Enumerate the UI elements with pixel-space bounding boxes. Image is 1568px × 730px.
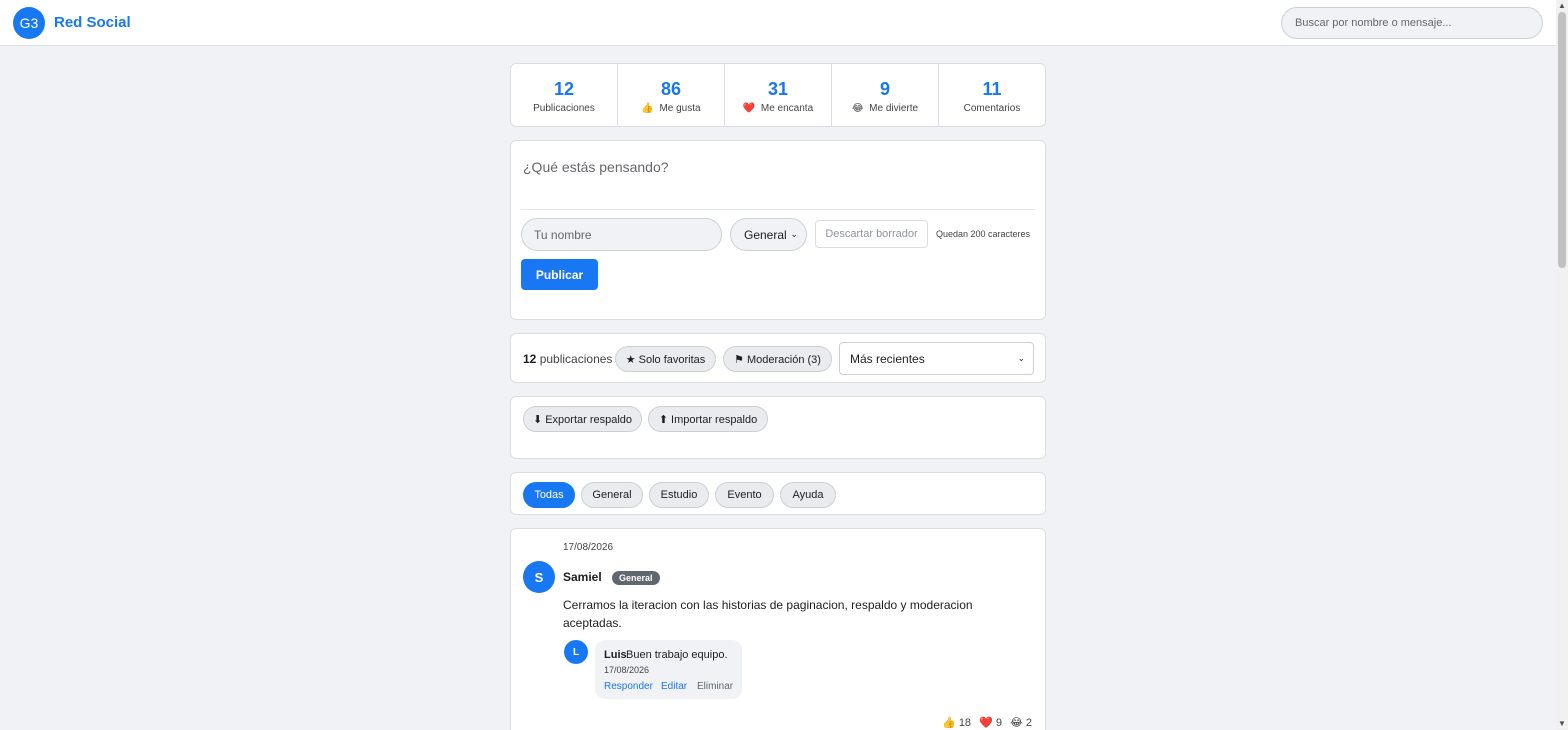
stat-value: 31 [767,79,789,99]
comment-avatar[interactable]: L [564,640,588,664]
stat-label: Publicaciones [533,103,595,114]
backup-panel: ⬇ Exportar respaldo ⬆ Importar respaldo [510,396,1046,459]
stat-laughs: 9 😂 Me divierte [832,64,939,126]
heart-icon: ❤️ [979,717,993,729]
stat-label: Comentarios [963,103,1021,114]
tab-general[interactable]: General [581,482,643,508]
filters-bar: 12 publicaciones ★ Solo favoritas ⚑ Mode… [510,333,1046,383]
love-reaction[interactable]: ❤️ 9 [979,716,1002,729]
stat-value: 86 [660,79,682,99]
thumbs-up-icon: 👍 [641,103,654,114]
publish-button[interactable]: Publicar [521,259,598,290]
avatar[interactable]: S [523,561,555,593]
stat-publications: 12 Publicaciones [511,64,618,126]
top-navbar: G3 Red Social [0,0,1556,46]
post-text: Cerramos la iteracion con las historias … [563,598,973,630]
tab-ayuda[interactable]: Ayuda [780,482,836,508]
category-select-value: General [744,227,787,242]
comment-text: Buen trabajo equipo. [626,649,728,661]
comment-author: Luis [604,649,627,661]
thumbs-up-icon: 👍 [942,717,956,729]
heart-icon: ❤️ [742,103,756,114]
scrollbar-thumb[interactable] [1558,12,1566,268]
post-card: 17/08/2026 S Samiel General Cerramos la … [510,528,1046,730]
post-textarea[interactable]: ¿Qué estás pensando? [523,159,669,175]
edit-button[interactable]: Editar [661,681,687,692]
import-backup-button[interactable]: ⬆ Importar respaldo [648,406,768,432]
chars-remaining: Quedan 200 caracteres [936,229,1031,239]
stat-label: ❤️ Me encanta [742,103,814,114]
chevron-down-icon: ⌄ [790,229,798,239]
post-date: 17/08/2026 [563,542,614,553]
export-backup-button[interactable]: ⬇ Exportar respaldo [523,406,642,432]
stat-value: 9 [879,79,890,99]
stat-value: 11 [982,79,1002,99]
logo[interactable]: G3 [13,7,45,39]
post-composer: ¿Qué estás pensando? General ⌄ Descartar… [510,140,1046,320]
page-scrollbar[interactable]: ▲ ▼ [1556,0,1568,730]
scroll-up-arrow-icon[interactable]: ▲ [1558,2,1566,10]
name-input[interactable] [521,218,722,251]
tab-evento[interactable]: Evento [715,482,774,508]
brand-name[interactable]: Red Social [54,14,131,31]
discard-draft-button[interactable]: Descartar borrador [815,220,928,248]
stat-loves: 31 ❤️ Me encanta [725,64,832,126]
scroll-down-arrow-icon[interactable]: ▼ [1558,720,1566,728]
laughing-face-icon: 😂 [851,103,864,114]
search-input[interactable] [1281,7,1543,39]
stat-label: 😂 Me divierte [851,103,919,114]
sort-select-value: Más recientes [850,351,925,366]
stats-panel: 12 Publicaciones 86 👍 Me gusta 31 ❤️ Me … [510,63,1046,127]
tab-todas[interactable]: Todas [523,482,575,508]
post-author[interactable]: Samiel [563,570,602,584]
divider [521,209,1035,210]
reply-button[interactable]: Responder [604,681,653,692]
chevron-down-icon: ⌄ [1017,353,1025,363]
reactions-bar: 👍 18 ❤️ 9 😂 2 [942,716,1032,729]
delete-button[interactable]: Eliminar [697,681,733,692]
like-reaction[interactable]: 👍 18 [942,716,971,729]
sort-select[interactable]: Más recientes ⌄ [839,342,1034,375]
category-badge: General [612,571,660,585]
comment: Luis Buen trabajo equipo. 17/08/2026 Res… [595,640,742,699]
category-tabs: Todas General Estudio Evento Ayuda [510,472,1046,515]
stat-comments: 11 Comentarios [939,64,1045,126]
publication-count: 12 publicaciones [523,352,613,366]
favorites-filter-button[interactable]: ★ Solo favoritas [615,346,716,372]
stat-likes: 86 👍 Me gusta [618,64,725,126]
moderation-button[interactable]: ⚑ Moderación (3) [723,346,832,372]
laugh-reaction[interactable]: 😂 2 [1010,716,1032,729]
stat-label: 👍 Me gusta [641,103,701,114]
laughing-face-icon: 😂 [1009,717,1023,729]
stat-value: 12 [553,79,575,99]
category-select[interactable]: General ⌄ [730,218,807,251]
tab-estudio[interactable]: Estudio [649,482,709,508]
comment-date: 17/08/2026 [604,665,650,675]
